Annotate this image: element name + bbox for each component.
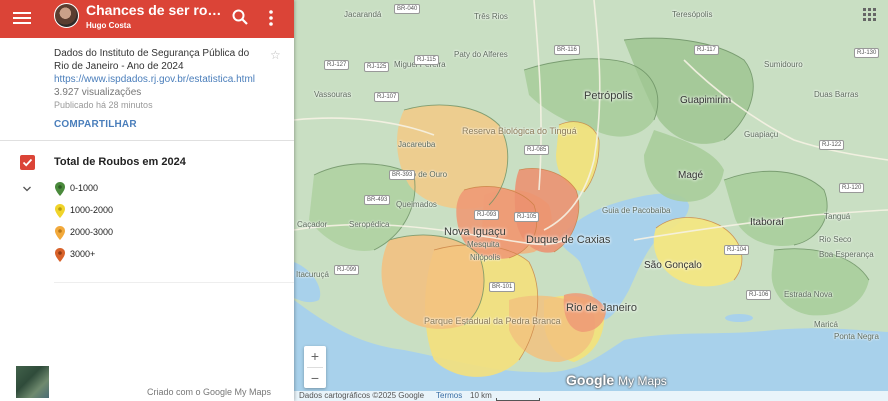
map-attribution: Dados cartográficos ©2025 Google Termos … <box>294 391 888 401</box>
google-my-maps-logo: Google My Maps <box>566 372 667 388</box>
map-park-label: Reserva Biológica do Tinguá <box>462 126 577 136</box>
map-pin-icon <box>55 226 65 240</box>
map-place-label: Guia de Pacobaíba <box>602 206 671 215</box>
map-place-label: Seropédica <box>349 220 390 229</box>
map-city-label: Rio de Janeiro <box>566 302 637 314</box>
map-place-label: Duas Barras <box>814 90 859 99</box>
divider <box>54 282 294 283</box>
check-icon <box>22 158 33 167</box>
road-shield: RJ-117 <box>694 45 719 55</box>
map-place-label: Ponta Negra <box>834 332 879 341</box>
road-shield: RJ-127 <box>324 60 350 70</box>
map-place-label: Paty do Alferes <box>454 50 508 59</box>
view-count: 3.927 visualizações <box>54 87 142 98</box>
layer-name[interactable]: Total de Roubos em 2024 <box>54 156 186 168</box>
map-place-label: Rio Seco <box>819 235 852 244</box>
star-icon[interactable]: ☆ <box>270 48 281 62</box>
chevron-down-icon[interactable] <box>22 184 32 194</box>
legend-label: 1000-2000 <box>70 205 114 215</box>
road-shield: RJ-105 <box>514 212 540 222</box>
layer-checkbox[interactable] <box>20 155 35 170</box>
made-with-text[interactable]: Criado com o Google My Maps <box>147 387 271 397</box>
road-shield: RJ-120 <box>839 183 865 193</box>
map-legend-panel: Chances de ser roubado... Hugo Costa Dad… <box>0 0 294 401</box>
divider <box>0 140 294 141</box>
map-place-label: Três Rios <box>474 12 508 21</box>
map-place-label: Guapimirim <box>680 95 732 106</box>
road-shield: RJ-099 <box>334 265 360 275</box>
map-info: Dados do Instituto de Segurança Pública … <box>54 47 279 112</box>
author-avatar[interactable] <box>54 3 79 28</box>
legend-label: 0-1000 <box>70 183 99 193</box>
road-shield: RJ-093 <box>474 210 500 220</box>
legend-label: 3000+ <box>70 249 96 259</box>
road-shield: BR-393 <box>389 170 416 180</box>
map-place-label: Guapiaçu <box>744 130 779 139</box>
road-shield: RJ-115 <box>414 55 439 65</box>
map-place-label: Nilópolis <box>470 253 501 262</box>
map-place-label: Jacareuba <box>398 140 436 149</box>
road-shield: BR-116 <box>554 45 580 55</box>
map-pin-icon <box>55 204 65 218</box>
road-shield: BR-101 <box>489 282 516 292</box>
map-place-label: Boa Esperança <box>819 250 874 259</box>
map-canvas[interactable]: Jacarandá Três Rios Teresópolis Miguel P… <box>294 0 888 401</box>
map-place-label: Magé <box>678 170 704 181</box>
road-shield: RJ-104 <box>724 245 750 255</box>
map-place-label: Estrada Nova <box>784 290 833 299</box>
share-button[interactable]: COMPARTILHAR <box>54 119 137 130</box>
map-place-label: Caçador <box>297 220 328 229</box>
map-title: Chances de ser roubado... <box>86 2 226 18</box>
map-place-label: Jacarandá <box>344 10 382 19</box>
road-shield: RJ-107 <box>374 92 400 102</box>
map-park-label: Parque Estadual da Pedra Branca <box>424 316 561 326</box>
terms-link[interactable]: Termos <box>436 391 462 400</box>
map-city-label: Duque de Caxias <box>526 234 611 246</box>
search-icon[interactable] <box>231 8 249 26</box>
road-shield: RJ-122 <box>819 140 845 150</box>
map-place-label: Teresópolis <box>672 10 713 19</box>
road-shield: RJ-125 <box>364 62 390 72</box>
map-city-label: São Gonçalo <box>644 260 702 271</box>
map-pin-icon <box>55 182 65 196</box>
map-place-label: Queimados <box>396 200 437 209</box>
map-place-label: Tanguá <box>824 212 851 221</box>
apps-grid-icon[interactable] <box>863 8 876 21</box>
map-city-label: Nova Iguaçu <box>444 226 506 238</box>
map-description: Dados do Instituto de Segurança Pública … <box>54 48 250 72</box>
map-city-label: Petrópolis <box>584 90 633 102</box>
road-shield: RJ-106 <box>746 290 772 300</box>
map-place-label: Sumidouro <box>764 60 803 69</box>
map-city-label: Itaboraí <box>750 217 784 228</box>
zoom-out-button[interactable]: − <box>304 368 326 388</box>
map-place-label: Vassouras <box>314 90 352 99</box>
map-place-label: Itacuruçá <box>296 270 329 279</box>
source-link[interactable]: https://www.ispdados.rj.gov.br/estatisti… <box>54 73 279 86</box>
zoom-control: + − <box>304 346 326 388</box>
my-maps-app: Chances de ser roubado... Hugo Costa Dad… <box>0 0 888 401</box>
road-shield: BR-040 <box>394 4 421 14</box>
zoom-in-button[interactable]: + <box>304 346 326 366</box>
published-time: Publicado há 28 minutos <box>54 100 153 110</box>
more-options-icon[interactable] <box>262 8 280 28</box>
map-pin-icon <box>55 248 65 262</box>
menu-icon[interactable] <box>12 9 32 29</box>
road-shield: RJ-130 <box>854 48 880 58</box>
map-place-label: Maricá <box>814 320 839 329</box>
author-name[interactable]: Hugo Costa <box>86 21 131 30</box>
map-place-label: Mesquita <box>467 240 500 249</box>
basemap-thumbnail[interactable] <box>16 366 49 398</box>
map-data-credit[interactable]: Dados cartográficos ©2025 Google <box>299 391 424 400</box>
panel-header: Chances de ser roubado... Hugo Costa <box>0 0 294 38</box>
road-shield: BR-493 <box>364 195 391 205</box>
road-shield: RJ-085 <box>524 145 550 155</box>
legend-label: 2000-3000 <box>70 227 114 237</box>
scale-label[interactable]: 10 km <box>470 391 492 400</box>
